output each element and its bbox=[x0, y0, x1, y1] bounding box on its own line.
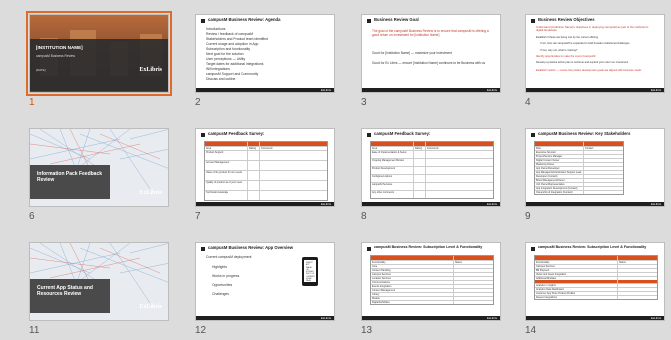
bullet: Challenges bbox=[212, 292, 229, 296]
slide-preview: campusM Business Review: Agenda Introduc… bbox=[195, 14, 335, 93]
phone-mockup: INSERT APP IMAGE OR SCREEN SHOT OF CURRE… bbox=[302, 257, 318, 286]
bullet: Subscription and functionality bbox=[206, 47, 251, 51]
slide-title: campusM Feedback Survey: bbox=[208, 131, 265, 136]
goal-statement: The goal of the campusM Business Review … bbox=[372, 29, 489, 37]
functionality-table: Functionality Status Campus Services Bill… bbox=[534, 255, 658, 300]
stakeholders-table: Role Contact Executive Sponsor Project/Se… bbox=[534, 141, 624, 195]
exlibris-logo: ExLibris bbox=[139, 304, 162, 310]
bullet: Highlights bbox=[212, 265, 227, 269]
objective-line: Establish metrics — ensure the product d… bbox=[536, 69, 642, 72]
bullet: Works in progress bbox=[212, 274, 240, 278]
slide-preview: campusM Feedback Survey: Area Rating Comme… bbox=[361, 128, 501, 207]
slide-number: 9 bbox=[525, 211, 531, 222]
objective-statement: Understand [Institution Name]'s objectiv… bbox=[536, 25, 649, 33]
bullet: Review / feedback of campusM bbox=[206, 32, 254, 36]
slide-preview: campusM Feedback Survey: Area Rating Comme… bbox=[195, 128, 335, 207]
survey-table: Area Rating Comments Product Support Accou… bbox=[204, 141, 328, 201]
slide-number: 8 bbox=[361, 211, 367, 222]
slide-title: campusM Business Review: Subscription Le… bbox=[374, 245, 483, 249]
slide-number: 4 bbox=[525, 97, 531, 108]
slide-title: campusM Business Review: App Overview bbox=[208, 245, 294, 250]
survey-table: Area Rating Comments Ease of Implementatio… bbox=[370, 141, 494, 199]
objective-line: Establish if these are being met by the … bbox=[536, 36, 599, 39]
slide-number: 11 bbox=[29, 325, 40, 336]
slide-title: [INSTITUTION NAME] bbox=[36, 45, 83, 50]
slide-preview: campusM Business Review: Subscription Le… bbox=[525, 242, 665, 321]
slide-title: Business Review Goal bbox=[374, 17, 419, 22]
slide-number: 3 bbox=[361, 97, 367, 108]
bullet: Introductions bbox=[206, 27, 226, 31]
section-title: Information Pack Feedback Review bbox=[37, 171, 103, 184]
slide-preview: Business Review Goal The goal of the cam… bbox=[361, 14, 501, 93]
slide-title: campusM Business Review: Key Stakeholder… bbox=[538, 131, 631, 136]
objective-line: Develop a positive action plan to contin… bbox=[536, 61, 629, 64]
slide-preview: campusM Business Review: Subscription Le… bbox=[361, 242, 501, 321]
slide-preview: Current App Status and Resources Review … bbox=[29, 242, 169, 321]
slide-preview: campusM Business Review: App Overview Cu… bbox=[195, 242, 335, 321]
bullet: Stakeholders and Product team identified bbox=[206, 37, 269, 41]
goal-line: Good for Ex Libris — ensure [Institution… bbox=[372, 61, 486, 65]
slide-title: campusM Business Review: Subscription Le… bbox=[538, 245, 647, 249]
bullet: Opportunities bbox=[212, 283, 233, 287]
functionality-table: Functionality Status Core Content Handlin… bbox=[370, 255, 494, 305]
slide-preview: Information Pack Feedback Review ExLibri… bbox=[29, 128, 169, 207]
slide-title: campusM Business Review: Agenda bbox=[208, 17, 281, 22]
slide-title: Business Review Objectives bbox=[538, 17, 595, 22]
slide-number: 6 bbox=[29, 211, 35, 222]
objective-line: If not, how can campusM be expanded to h… bbox=[540, 42, 630, 45]
bullet: User perceptions — Utility bbox=[206, 57, 246, 61]
slide-number: 12 bbox=[195, 325, 207, 336]
exlibris-logo: ExLibris bbox=[139, 67, 162, 73]
slide-number: 1 bbox=[29, 97, 35, 108]
goal-line: Good for [Institution Name] — maximize y… bbox=[372, 51, 452, 55]
slide-number: 14 bbox=[525, 325, 537, 336]
slide-number: 13 bbox=[361, 325, 373, 336]
slide-number: 7 bbox=[195, 211, 201, 222]
slide-title: campusM Feedback Survey: bbox=[374, 131, 431, 136]
bullet: Current usage and adoption in App bbox=[206, 42, 259, 46]
bullet: Will integrations bbox=[206, 67, 230, 71]
exlibris-logo: ExLibris bbox=[139, 190, 162, 196]
slide-preview: [INSTITUTION NAME] campusM Business Revi… bbox=[26, 11, 172, 96]
slide-subtitle: campusM Business Review bbox=[36, 54, 75, 58]
bullet: campusM Support and Community bbox=[206, 72, 259, 76]
bullet: Discuss and outline bbox=[206, 77, 236, 81]
slide-sorter-grid: [INSTITUTION NAME] campusM Business Revi… bbox=[0, 0, 671, 340]
section-title: Current App Status and Resources Review bbox=[37, 285, 93, 298]
slide-number: 2 bbox=[195, 97, 201, 108]
objective-line: If met, why not, what is missing? bbox=[540, 49, 578, 52]
bullet: Target dates for additional integrations bbox=[206, 62, 264, 66]
objective-line: Identify opportunities to make the most … bbox=[536, 55, 596, 58]
slide-preview: Business Review Objectives Understand [I… bbox=[525, 14, 665, 93]
slide-preview: campusM Business Review: Key Stakeholder… bbox=[525, 128, 665, 207]
bullet: Next goal for the solution bbox=[206, 52, 244, 56]
slide-date: [DATE] bbox=[36, 68, 46, 72]
